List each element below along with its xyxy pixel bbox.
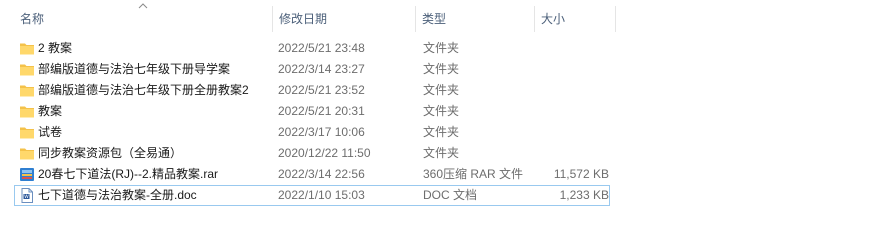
- file-size: [485, 144, 609, 163]
- column-header-name[interactable]: 名称: [14, 0, 272, 36]
- file-name: 20春七下道法(RJ)--2.精品教案.rar: [38, 167, 219, 181]
- file-date: 2022/3/14 23:27: [278, 62, 365, 76]
- rar-archive-icon: [20, 168, 34, 181]
- file-size: [485, 60, 609, 79]
- file-size: [485, 39, 609, 58]
- column-header-name-label: 名称: [20, 11, 45, 26]
- folder-icon: [20, 148, 34, 160]
- column-header-type-label: 类型: [422, 11, 447, 26]
- file-row[interactable]: 试卷 2022/3/17 10:06 文件夹: [14, 122, 610, 143]
- file-date: 2020/12/22 11:50: [278, 146, 371, 160]
- column-header-date[interactable]: 修改日期: [273, 0, 415, 36]
- file-name: 部编版道德与法治七年级下册导学案: [38, 62, 231, 76]
- file-name: 七下道德与法治教案-全册.doc: [38, 188, 197, 202]
- file-type: 文件夹: [423, 41, 460, 55]
- file-size: 11,572 KB: [553, 167, 609, 181]
- file-name: 教案: [38, 104, 63, 118]
- file-row[interactable]: 2 教案 2022/5/21 23:48 文件夹: [14, 38, 610, 59]
- folder-icon: [20, 106, 34, 118]
- file-type: 文件夹: [423, 104, 460, 118]
- folder-icon: [20, 43, 34, 55]
- column-header-size[interactable]: 大小: [535, 0, 615, 36]
- file-date: 2022/5/21 23:48: [278, 41, 365, 55]
- file-date: 2022/5/21 20:31: [278, 104, 365, 118]
- file-date: 2022/3/14 22:56: [278, 167, 365, 181]
- file-name: 试卷: [38, 125, 63, 139]
- file-date: 2022/5/21 23:52: [278, 83, 365, 97]
- file-row[interactable]: 20春七下道法(RJ)--2.精品教案.rar 2022/3/14 22:56 …: [14, 164, 610, 185]
- svg-text:W: W: [24, 194, 29, 200]
- file-row[interactable]: 同步教案资源包（全易通） 2020/12/22 11:50 文件夹: [14, 143, 610, 164]
- file-name: 同步教案资源包（全易通）: [38, 146, 183, 160]
- file-row[interactable]: 部编版道德与法治七年级下册导学案 2022/3/14 23:27 文件夹: [14, 59, 610, 80]
- file-date: 2022/3/17 10:06: [278, 125, 365, 139]
- file-name: 2 教案: [38, 41, 73, 55]
- column-divider[interactable]: [615, 6, 616, 32]
- column-header-type[interactable]: 类型: [416, 0, 534, 36]
- column-header-bar: 名称 修改日期 类型 大小: [0, 0, 871, 36]
- folder-icon: [20, 127, 34, 139]
- file-size: 1,233 KB: [559, 188, 609, 202]
- file-row[interactable]: 教案 2022/5/21 20:31 文件夹: [14, 101, 610, 122]
- file-size: [485, 102, 609, 121]
- file-type: 文件夹: [423, 83, 460, 97]
- column-header-date-label: 修改日期: [279, 11, 328, 26]
- folder-icon: [20, 64, 34, 76]
- file-type: DOC 文档: [423, 188, 478, 202]
- column-header-size-label: 大小: [541, 11, 566, 26]
- file-name: 部编版道德与法治七年级下册全册教案2: [38, 83, 249, 97]
- file-size: [485, 81, 609, 100]
- file-row[interactable]: 部编版道德与法治七年级下册全册教案2 2022/5/21 23:52 文件夹: [14, 80, 610, 101]
- file-row-selected[interactable]: W 七下道德与法治教案-全册.doc 2022/1/10 15:03 DOC 文…: [14, 185, 610, 206]
- folder-icon: [20, 85, 34, 97]
- doc-file-icon: W: [21, 188, 33, 203]
- file-type: 文件夹: [423, 62, 460, 76]
- file-type: 文件夹: [423, 125, 460, 139]
- file-size: [485, 123, 609, 142]
- file-date: 2022/1/10 15:03: [278, 188, 365, 202]
- file-type: 文件夹: [423, 146, 460, 160]
